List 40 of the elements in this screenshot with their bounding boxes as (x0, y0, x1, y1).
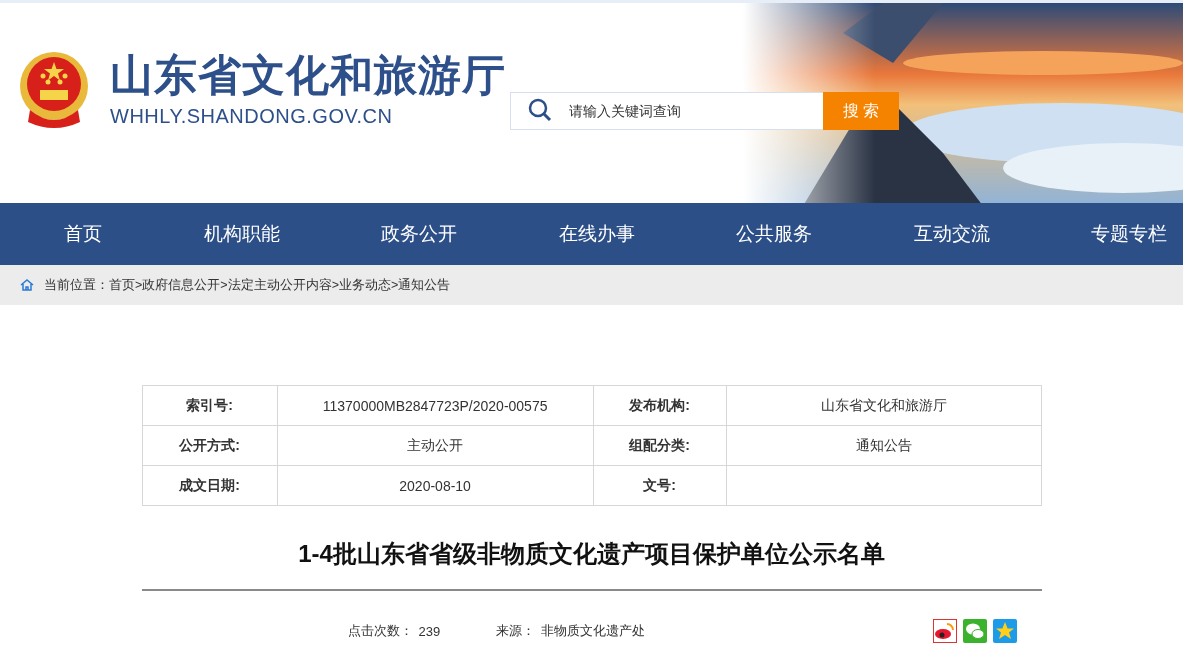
site-title: 山东省文化和旅游厅 (110, 50, 506, 101)
search-icon (528, 98, 552, 122)
info-value: 通知公告 (726, 425, 1041, 466)
nav-item[interactable]: 互动交流 (913, 221, 990, 247)
article-title: 1-4批山东省省级非物质文化遗产项目保护单位公示名单 (297, 539, 886, 569)
home-icon (20, 279, 34, 291)
breadcrumb-separator: > (220, 278, 228, 292)
info-label: 公开方式: (142, 425, 278, 466)
info-value: 11370000MB2847723P/2020-00575 (277, 385, 594, 426)
nav-item[interactable]: 首页 (64, 221, 102, 247)
site-domain: WHHLY.SHANDONG.GOV.CN (110, 105, 394, 128)
breadcrumb-separator: > (135, 278, 143, 292)
breadcrumb-label: 当前位置： (44, 276, 109, 294)
clicks-count: 239 (418, 623, 441, 639)
breadcrumb-link[interactable]: 业务动态 (338, 276, 391, 294)
nav-item[interactable]: 在线办事 (558, 221, 635, 247)
nav-item[interactable]: 机构职能 (203, 221, 280, 247)
breadcrumb-separator: > (390, 278, 399, 292)
info-label: 组配分类: (593, 425, 727, 466)
source-label: 来源： (496, 622, 536, 640)
breadcrumb-link[interactable]: 法定主动公开内容 (227, 276, 332, 294)
nav-item[interactable]: 专题专栏 (1091, 221, 1167, 247)
search-field[interactable]: 请输入关键词查询 (510, 92, 823, 130)
weibo-icon[interactable] (932, 619, 957, 643)
source-text: 非物质文化遗产处 (541, 622, 646, 640)
info-label: 索引号: (142, 385, 278, 426)
breadcrumb-link[interactable]: 政府信息公开 (142, 276, 221, 294)
breadcrumb-separator: > (331, 278, 339, 292)
info-label: 文号: (593, 465, 727, 506)
info-label: 发布机构: (593, 385, 727, 426)
info-value: 2020-08-10 (277, 465, 594, 506)
nav-item[interactable]: 公共服务 (736, 221, 812, 247)
breadcrumb-link[interactable]: 通知公告 (398, 276, 451, 294)
nav-item[interactable]: 政务公开 (381, 221, 457, 247)
clicks-label: 点击次数： (347, 622, 413, 640)
info-value: 山东省文化和旅游厅 (726, 385, 1041, 426)
info-value: 主动公开 (277, 425, 594, 466)
wechat-icon[interactable] (962, 619, 987, 643)
breadcrumb-link[interactable]: 首页 (109, 276, 135, 294)
info-label: 成文日期: (142, 465, 278, 506)
